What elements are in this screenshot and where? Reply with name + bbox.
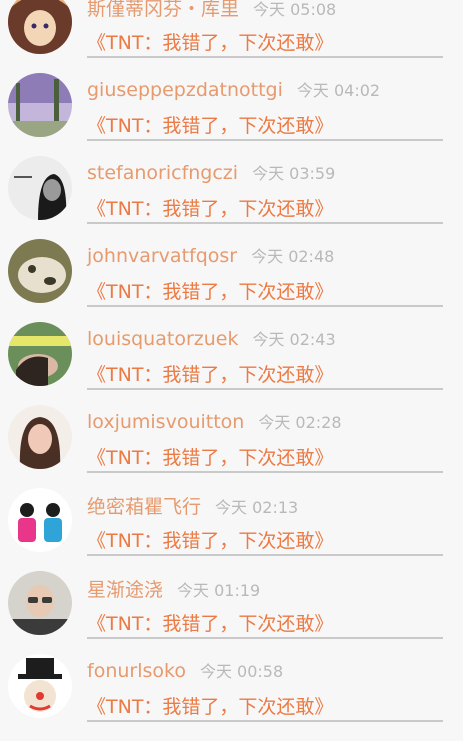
contact-name: louisquatorzuek	[87, 328, 239, 350]
clown-avatar-image	[8, 654, 72, 718]
mickey-figures-avatar[interactable]	[8, 488, 72, 552]
conversation-item[interactable]: giuseppepzdatnottgi 今天 04:02 《TNT：我错了，下次…	[0, 63, 463, 146]
message-time: 今天 04:02	[296, 81, 381, 100]
message-time: 今天 02:28	[258, 413, 342, 432]
conversation-content: 绝密葙瞿飞行 今天 02:13 《TNT：我错了，下次还敢》	[87, 492, 443, 556]
message-time: 今天 02:48	[251, 247, 335, 266]
pet-avatar-image	[8, 239, 72, 303]
contact-name: 斯僅蒂冈芬・库里	[87, 0, 240, 20]
conversation-content: loxjumisvouitton 今天 02:28 《TNT：我错了，下次还敢》	[87, 409, 443, 473]
conversation-content: giuseppepzdatnottgi 今天 04:02 《TNT：我错了，下次…	[87, 77, 443, 141]
contact-name: fonurlsoko	[87, 660, 186, 682]
contact-name: giuseppepzdatnottgi	[87, 79, 283, 101]
anime-girl-avatar[interactable]	[8, 0, 72, 54]
conversation-content: johnvarvatfqosr 今天 02:48 《TNT：我错了，下次还敢》	[87, 243, 443, 307]
contact-name: johnvarvatfqosr	[87, 245, 238, 267]
purple-forest-avatar-image	[8, 73, 72, 137]
conversation-content: 星渐途浇 今天 01:19 《TNT：我错了，下次还敢》	[87, 575, 443, 639]
message-time: 今天 02:13	[215, 498, 299, 517]
child-sunglasses-avatar-image	[8, 571, 72, 635]
clown-avatar[interactable]	[8, 654, 72, 718]
conversation-content: 斯僅蒂冈芬・库里 今天 05:08 《TNT：我错了，下次还敢》	[87, 0, 443, 58]
message-preview: 《TNT：我错了，下次还敢》	[87, 447, 334, 469]
conversation-item[interactable]: fonurlsoko 今天 00:58 《TNT：我错了，下次还敢》	[0, 644, 463, 727]
conversation-content: stefanoricfngczi 今天 03:59 《TNT：我错了，下次还敢》	[87, 160, 443, 224]
contact-name: loxjumisvouitton	[87, 411, 245, 433]
message-preview: 《TNT：我错了，下次还敢》	[87, 115, 334, 137]
message-time: 今天 05:08	[253, 0, 337, 19]
girl-portrait-avatar[interactable]	[8, 405, 72, 469]
anime-girl-avatar-image	[8, 0, 72, 54]
conversation-list: 斯僅蒂冈芬・库里 今天 05:08 《TNT：我错了，下次还敢》 giusepp…	[0, 0, 463, 727]
sleeping-girl-avatar-image	[8, 322, 72, 386]
sleeping-girl-avatar[interactable]	[8, 322, 72, 386]
bw-person-avatar-image	[8, 156, 72, 220]
child-sunglasses-avatar[interactable]	[8, 571, 72, 635]
conversation-content: louisquatorzuek 今天 02:43 《TNT：我错了，下次还敢》	[87, 326, 443, 390]
conversation-item[interactable]: johnvarvatfqosr 今天 02:48 《TNT：我错了，下次还敢》	[0, 229, 463, 312]
contact-name: stefanoricfngczi	[87, 162, 239, 184]
conversation-item[interactable]: louisquatorzuek 今天 02:43 《TNT：我错了，下次还敢》	[0, 312, 463, 395]
contact-name: 绝密葙瞿飞行	[87, 496, 202, 518]
message-preview: 《TNT：我错了，下次还敢》	[87, 364, 334, 386]
conversation-item[interactable]: loxjumisvouitton 今天 02:28 《TNT：我错了，下次还敢》	[0, 395, 463, 478]
message-preview: 《TNT：我错了，下次还敢》	[87, 696, 334, 718]
conversation-item[interactable]: 斯僅蒂冈芬・库里 今天 05:08 《TNT：我错了，下次还敢》	[0, 0, 463, 63]
mickey-figures-avatar-image	[8, 488, 72, 552]
message-preview: 《TNT：我错了，下次还敢》	[87, 32, 334, 54]
message-preview: 《TNT：我错了，下次还敢》	[87, 198, 334, 220]
message-time: 今天 00:58	[199, 662, 284, 681]
message-time: 今天 01:19	[177, 581, 261, 600]
contact-name: 星渐途浇	[87, 579, 164, 601]
girl-portrait-avatar-image	[8, 405, 72, 469]
conversation-content: fonurlsoko 今天 00:58 《TNT：我错了，下次还敢》	[87, 658, 443, 722]
purple-forest-avatar[interactable]	[8, 73, 72, 137]
conversation-item[interactable]: stefanoricfngczi 今天 03:59 《TNT：我错了，下次还敢》	[0, 146, 463, 229]
message-preview: 《TNT：我错了，下次还敢》	[87, 281, 334, 303]
message-time: 今天 03:59	[252, 164, 336, 183]
message-preview: 《TNT：我错了，下次还敢》	[87, 530, 334, 552]
bw-person-avatar[interactable]	[8, 156, 72, 220]
message-preview: 《TNT：我错了，下次还敢》	[87, 613, 334, 635]
message-time: 今天 02:43	[252, 330, 336, 349]
conversation-item[interactable]: 星渐途浇 今天 01:19 《TNT：我错了，下次还敢》	[0, 561, 463, 644]
pet-avatar[interactable]	[8, 239, 72, 303]
conversation-item[interactable]: 绝密葙瞿飞行 今天 02:13 《TNT：我错了，下次还敢》	[0, 478, 463, 561]
